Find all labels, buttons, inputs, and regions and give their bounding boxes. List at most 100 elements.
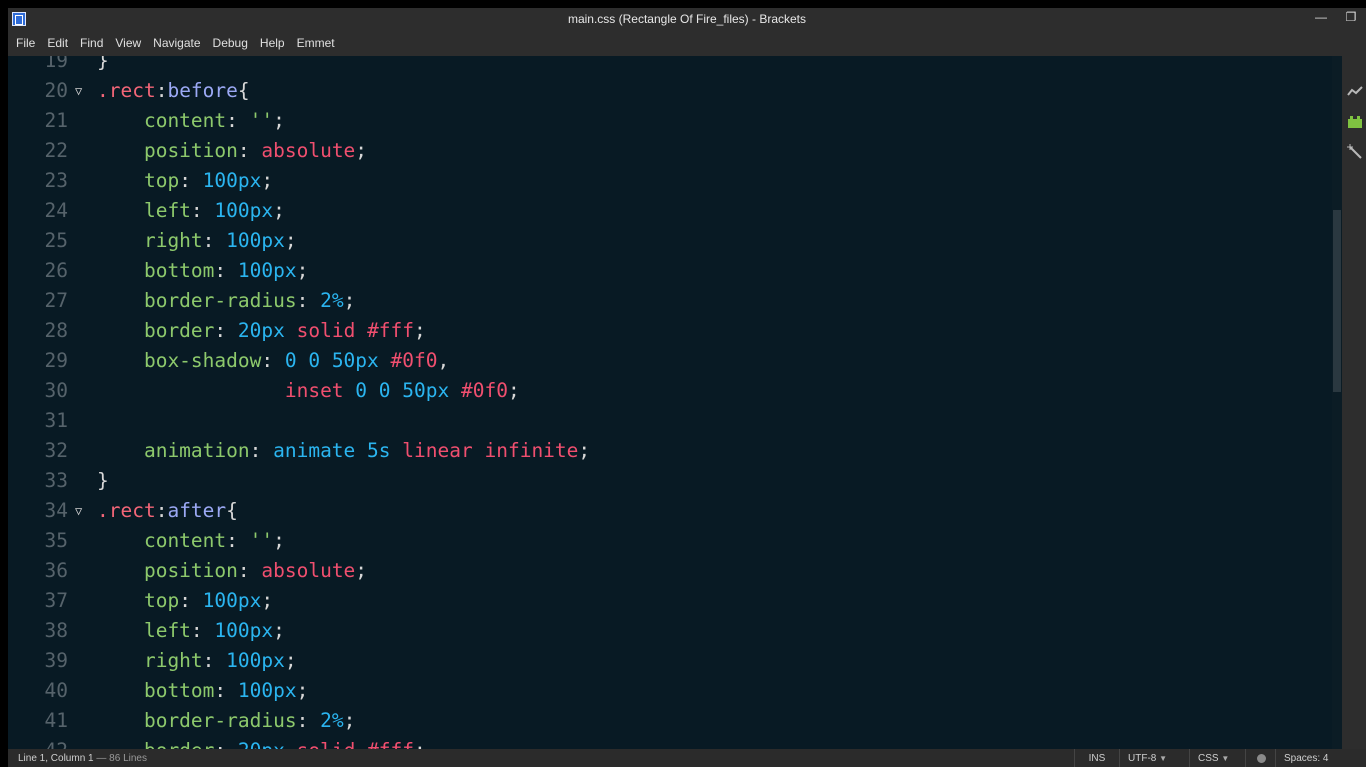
code-token: ; <box>355 139 368 162</box>
code-line[interactable]: 30 inset 0 0 50px #0f0; <box>8 376 1342 406</box>
restore-button[interactable]: ❐ <box>1336 8 1366 30</box>
code-token: #0f0 <box>460 379 508 402</box>
code-token: border <box>97 739 214 749</box>
code-line[interactable]: 25 right: 100px; <box>8 226 1342 256</box>
code-line[interactable]: 34 ▽ .rect:after{ <box>8 496 1342 526</box>
magic-wand-icon[interactable] <box>1347 144 1363 160</box>
cursor-line-column: Line 1, Column 1 <box>18 753 94 764</box>
code-editor[interactable]: 19} 20 ▽ .rect:before{21 content: ''; 22 pos… <box>8 56 1342 749</box>
code-line[interactable]: 35 content: ''; <box>8 526 1342 556</box>
menu-navigate[interactable]: Navigate <box>147 36 206 50</box>
code-text: left: 100px; <box>97 616 285 646</box>
code-line[interactable]: 37 top: 100px; <box>8 586 1342 616</box>
code-token: 100px <box>226 649 285 672</box>
code-token: 100px <box>214 619 274 642</box>
code-line[interactable]: 19} <box>8 56 1342 76</box>
fold-toggle-icon[interactable]: ▽ <box>75 496 87 526</box>
menu-file[interactable]: File <box>8 36 41 50</box>
code-line[interactable]: 28 border: 20px solid #fff; <box>8 316 1342 346</box>
code-token: right <box>97 229 203 252</box>
code-line[interactable]: 39 right: 100px; <box>8 646 1342 676</box>
code-token: absolute <box>261 139 356 162</box>
code-token: ; <box>273 619 285 642</box>
menu-debug[interactable]: Debug <box>207 36 254 50</box>
code-line[interactable]: 23 top: 100px; <box>8 166 1342 196</box>
code-line[interactable]: 22 position: absolute; <box>8 136 1342 166</box>
code-token: ; <box>261 169 274 192</box>
code-token: , <box>437 349 450 372</box>
code-token: position <box>97 559 238 582</box>
live-preview-icon[interactable] <box>1347 84 1363 100</box>
code-text: border: 20px solid #fff; <box>97 736 426 749</box>
code-line[interactable]: 21 content: ''; <box>8 106 1342 136</box>
code-text: .rect:after{ <box>97 496 238 526</box>
code-line[interactable]: 24 left: 100px; <box>8 196 1342 226</box>
code-line[interactable]: 42 border: 20px solid #fff; <box>8 736 1342 749</box>
line-number: 30 <box>44 379 68 402</box>
language-select[interactable]: CSS ▼ <box>1189 749 1245 767</box>
vertical-scrollbar[interactable] <box>1332 56 1342 749</box>
code-token: ; <box>284 649 297 672</box>
insert-mode-toggle[interactable]: INS <box>1074 749 1119 767</box>
code-token: linear <box>402 439 473 462</box>
menu-find[interactable]: Find <box>74 36 109 50</box>
code-token: ; <box>343 709 356 732</box>
code-line[interactable]: 31 <box>8 406 1342 436</box>
menu-edit[interactable]: Edit <box>41 36 74 50</box>
linter-status[interactable] <box>1245 749 1275 767</box>
minimize-button[interactable]: — <box>1306 8 1336 30</box>
code-line[interactable]: 26 bottom: 100px; <box>8 256 1342 286</box>
code-line[interactable]: 27 border-radius: 2%; <box>8 286 1342 316</box>
scrollbar-thumb[interactable] <box>1333 210 1341 392</box>
code-token: solid <box>296 319 356 342</box>
indent-settings[interactable]: Spaces: 4 <box>1275 749 1366 767</box>
encoding-select[interactable]: UTF-8 ▼ <box>1119 749 1189 767</box>
code-token: : <box>261 349 285 372</box>
line-count: — 86 Lines <box>96 753 147 764</box>
code-line[interactable]: 41 border-radius: 2%; <box>8 706 1342 736</box>
code-token: top <box>97 589 180 612</box>
code-token: ; <box>296 679 309 702</box>
code-token: : <box>296 289 321 312</box>
menu-help[interactable]: Help <box>254 36 291 50</box>
code-token: : <box>155 79 168 102</box>
code-token: : <box>226 109 250 132</box>
code-text: border: 20px solid #fff; <box>97 316 426 346</box>
extension-manager-icon[interactable] <box>1347 114 1363 130</box>
code-token: : <box>214 319 238 342</box>
window-controls: — ❐ <box>1306 8 1366 30</box>
title-bar[interactable]: main.css (Rectangle Of Fire_files) - Bra… <box>8 8 1366 30</box>
line-number: 35 <box>44 529 68 552</box>
code-token: : <box>179 589 203 612</box>
code-token: 20px <box>237 319 285 342</box>
code-text: bottom: 100px; <box>97 256 308 286</box>
menu-emmet[interactable]: Emmet <box>291 36 341 50</box>
line-number: 21 <box>44 109 68 132</box>
code-token: right <box>97 649 203 672</box>
code-line[interactable]: 29 box-shadow: 0 0 50px #0f0, <box>8 346 1342 376</box>
code-line[interactable]: 38 left: 100px; <box>8 616 1342 646</box>
code-line[interactable]: 40 bottom: 100px; <box>8 676 1342 706</box>
code-token: 100px <box>202 589 262 612</box>
code-line[interactable]: 33} <box>8 466 1342 496</box>
code-token: animation <box>97 439 250 462</box>
code-token: bottom <box>97 679 215 702</box>
code-token: #fff <box>367 319 415 342</box>
fold-toggle-icon[interactable]: ▽ <box>75 76 87 106</box>
line-number: 24 <box>44 199 68 222</box>
code-text: border-radius: 2%; <box>97 706 355 736</box>
code-text: } <box>97 466 109 496</box>
line-number: 19 <box>44 56 68 72</box>
code-line[interactable]: 20 ▽ .rect:before{ <box>8 76 1342 106</box>
code-token: ; <box>273 199 285 222</box>
code-line[interactable]: 32 animation: animate 5s linear infinite… <box>8 436 1342 466</box>
code-token: border-radius <box>97 289 297 312</box>
code-token: 100px <box>237 259 297 282</box>
menu-view[interactable]: View <box>109 36 147 50</box>
code-line[interactable]: 36 position: absolute; <box>8 556 1342 586</box>
